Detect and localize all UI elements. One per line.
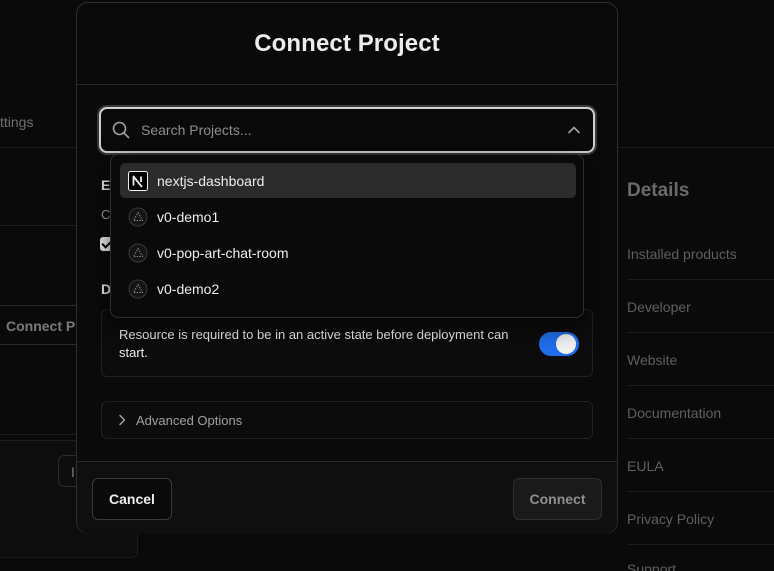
triangle-icon — [128, 207, 148, 226]
environment-description: C — [101, 207, 111, 222]
chevron-right-icon — [119, 414, 126, 426]
modal-title: Connect Project — [254, 29, 440, 57]
tab-settings[interactable]: ttings — [0, 114, 33, 130]
search-icon — [112, 121, 130, 139]
project-dropdown-list: nextjs-dashboard v0-demo1 v0-pop-art-cha… — [110, 154, 584, 318]
divider — [627, 491, 774, 492]
project-option-label: v0-demo2 — [157, 280, 220, 297]
project-option-label: v0-pop-art-chat-room — [157, 244, 289, 261]
details-item-documentation[interactable]: Documentation — [627, 405, 721, 421]
details-item-website[interactable]: Website — [627, 352, 677, 368]
details-title: Details — [627, 180, 690, 201]
details-item-developer[interactable]: Developer — [627, 299, 691, 315]
project-option-v0-demo1[interactable]: v0-demo1 — [120, 199, 576, 234]
project-option-label: v0-demo1 — [157, 208, 220, 225]
resource-requirement-text: Resource is required to be in an active … — [119, 327, 509, 360]
divider — [627, 385, 774, 386]
advanced-options-toggle[interactable]: Advanced Options — [101, 401, 593, 439]
divider — [627, 279, 774, 280]
divider — [627, 332, 774, 333]
toggle-knob — [556, 334, 576, 354]
environment-label: E — [101, 177, 111, 193]
modal-footer: Cancel Connect — [77, 461, 617, 534]
nextjs-logo-icon — [128, 170, 148, 191]
details-item-eula[interactable]: EULA — [627, 458, 664, 474]
details-item-privacy-policy[interactable]: Privacy Policy — [627, 511, 714, 527]
project-option-label: nextjs-dashboard — [157, 172, 265, 189]
modal-header: Connect Project — [77, 3, 617, 85]
resource-requirement-card: Resource is required to be in an active … — [101, 309, 593, 377]
triangle-icon — [128, 279, 148, 298]
project-search-combobox[interactable] — [99, 107, 595, 153]
project-option-v0-demo2[interactable]: v0-demo2 — [120, 271, 576, 306]
cancel-button[interactable]: Cancel — [92, 478, 172, 520]
connect-button[interactable]: Connect — [513, 478, 602, 520]
chevron-up-icon[interactable] — [567, 123, 581, 137]
project-option-nextjs-dashboard[interactable]: nextjs-dashboard — [120, 163, 576, 198]
details-item-support[interactable]: Support — [627, 561, 676, 571]
resource-active-toggle[interactable] — [539, 332, 579, 356]
advanced-options-label: Advanced Options — [136, 412, 243, 428]
triangle-icon — [128, 243, 148, 262]
divider — [627, 438, 774, 439]
details-item-installed-products[interactable]: Installed products — [627, 246, 737, 262]
divider — [627, 544, 774, 545]
search-input[interactable] — [141, 109, 541, 151]
project-option-v0-pop-art-chat-room[interactable]: v0-pop-art-chat-room — [120, 235, 576, 270]
